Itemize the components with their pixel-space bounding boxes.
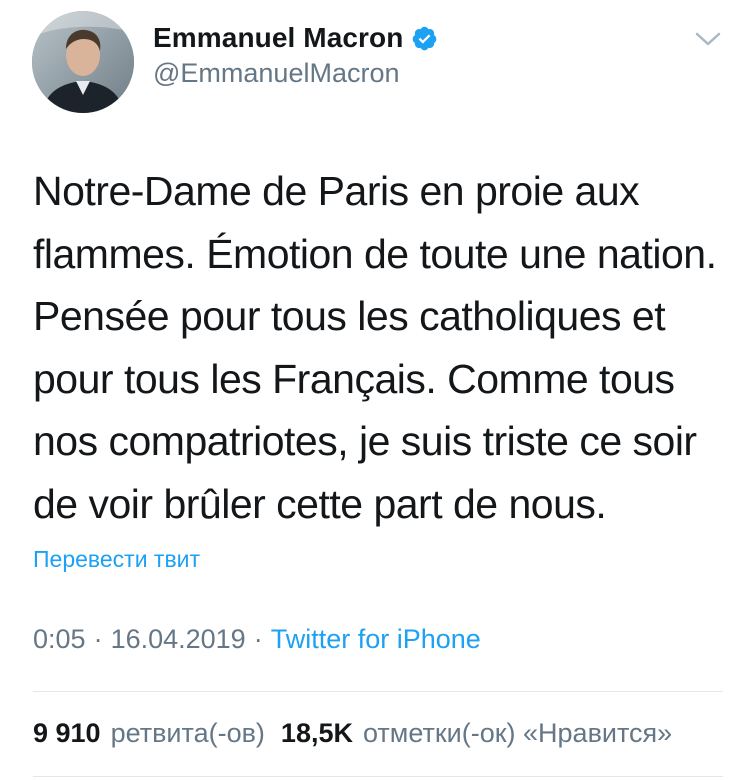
divider (33, 776, 723, 777)
translate-tweet-link[interactable]: Перевести твит (33, 546, 200, 573)
tweet-date: 16.04.2019 (110, 624, 246, 654)
verified-badge-icon (413, 26, 437, 50)
tweet-text: Notre-Dame de Paris en proie aux flammes… (33, 168, 717, 527)
retweets-label[interactable]: ретвита(-ов) (111, 718, 265, 749)
likes-label[interactable]: отметки(-ок) «Нравится» (363, 718, 672, 749)
meta-separator: · (253, 624, 263, 654)
tweet-time: 0:05 (33, 624, 86, 654)
avatar-photo (32, 11, 134, 113)
author-handle[interactable]: @EmmanuelMacron (153, 58, 400, 89)
retweets-count[interactable]: 9 910 (33, 718, 101, 749)
chevron-down-icon[interactable] (694, 30, 722, 48)
avatar[interactable] (32, 11, 134, 113)
tweet-meta: 0:05 · 16.04.2019 · Twitter for iPhone (33, 624, 481, 655)
divider (33, 691, 723, 692)
author-name-row[interactable]: Emmanuel Macron (153, 20, 438, 56)
tweet-source-link[interactable]: Twitter for iPhone (271, 624, 481, 655)
meta-separator: · (93, 624, 103, 654)
display-name[interactable]: Emmanuel Macron (153, 22, 403, 54)
likes-count[interactable]: 18,5K (281, 718, 353, 749)
tweet-stats: 9 910 ретвита(-ов) 18,5K отметки(-ок) «Н… (33, 718, 750, 749)
tweet-detail: Emmanuel Macron @EmmanuelMacron Notre-Da… (0, 0, 750, 780)
